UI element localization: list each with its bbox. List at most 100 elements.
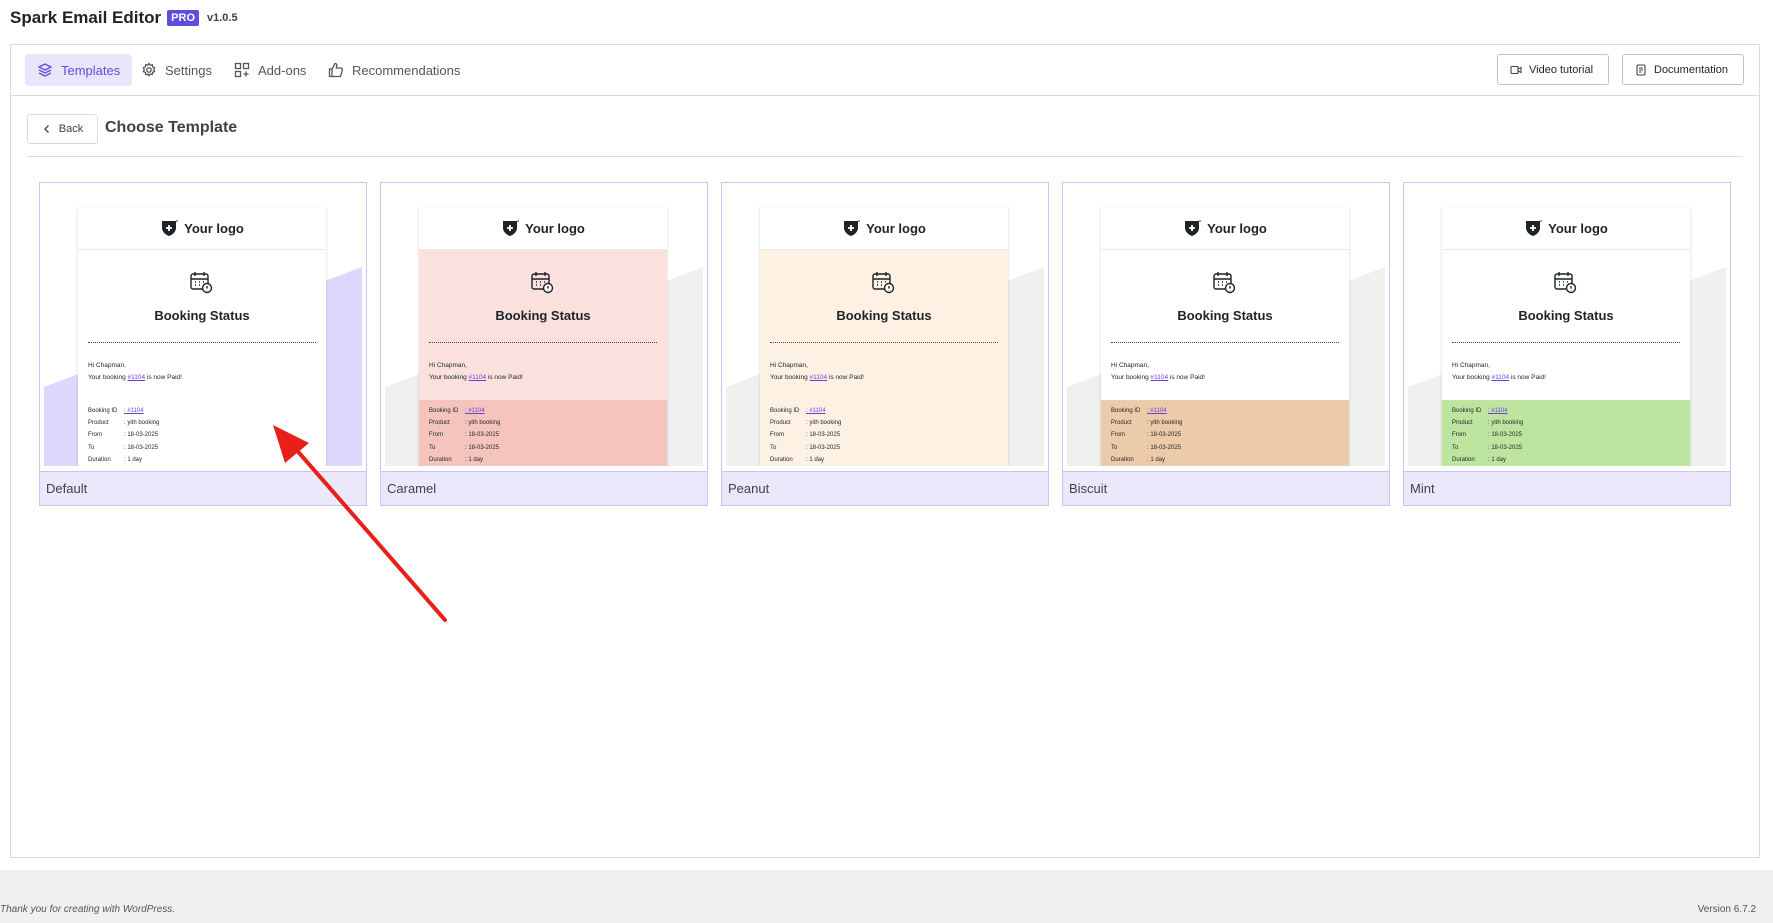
template-card-default[interactable]: Your logo Booking Status Hi Chapman, Your b… — [39, 182, 367, 506]
top-nav: Templates Settings Add-ons Recommendatio… — [11, 45, 1759, 96]
detail-value: : yith booking — [124, 420, 160, 427]
tab-add-ons[interactable]: Add-ons — [222, 54, 318, 86]
message-line: Your booking #1104 is now Paid! — [429, 372, 523, 384]
email-logo: Your logo — [78, 207, 326, 250]
template-card-biscuit[interactable]: Your logo Booking Status Hi Chapman, Your b… — [1062, 182, 1390, 506]
dotted-divider — [1452, 342, 1680, 343]
message-line: Your booking #1104 is now Paid! — [1452, 372, 1546, 384]
logo-text: Your logo — [866, 220, 926, 236]
greeting-line: Hi Chapman, — [1111, 362, 1149, 369]
detail-key: To — [770, 444, 777, 451]
message-post: is now Paid! — [145, 374, 182, 381]
message-post: is now Paid! — [1168, 374, 1205, 381]
detail-row: From: 18-03-2025 — [429, 432, 657, 444]
detail-value: : 1 day — [1147, 456, 1166, 463]
video-tutorial-button[interactable]: Video tutorial — [1497, 54, 1609, 85]
detail-value: : #1104 — [1488, 408, 1508, 414]
shield-logo-icon — [503, 220, 519, 236]
detail-row: From: 18-03-2025 — [770, 432, 998, 444]
greeting-line: Hi Chapman, — [770, 362, 808, 369]
tab-settings[interactable]: Settings — [129, 54, 224, 86]
detail-row: From : 18-03-2025 — [1452, 432, 1680, 444]
detail-row: To: 18-03-2025 — [770, 445, 998, 457]
template-card-caramel[interactable]: Your logo Booking Status Hi Chapman, Your b… — [380, 182, 708, 506]
template-card-mint[interactable]: Your logo Booking Status Hi Chapman, Your b… — [1403, 182, 1731, 506]
detail-key: From — [1452, 432, 1466, 439]
booking-details: Booking ID: #1104 Product: yith booking Fr… — [1442, 400, 1690, 466]
document-icon — [1636, 63, 1646, 76]
message-line: Your booking #1104 is now Paid! — [770, 372, 864, 384]
detail-key: To — [88, 444, 95, 451]
detail-value: : 18-03-2025 — [124, 432, 159, 439]
email-logo: Your logo — [760, 207, 1008, 250]
email-hero: Booking Status Hi Chapman, Your booking #1… — [1101, 250, 1349, 400]
detail-row: To: 18-03-2025 — [1111, 445, 1339, 457]
greeting-line: Hi Chapman, — [429, 362, 467, 369]
layers-icon — [37, 63, 53, 77]
email-hero: Booking Status Hi Chapman, Your booking #1… — [419, 250, 667, 400]
booking-link: #1104 — [1491, 374, 1510, 381]
template-name: Mint — [1404, 471, 1730, 505]
tab-label: Recommendations — [352, 62, 461, 78]
template-name: Biscuit — [1063, 471, 1389, 505]
calendar-icon — [190, 272, 213, 294]
admin-page: Spark Email Editor PRO v1.0.5 Templates … — [0, 0, 1773, 870]
detail-row: To: 18-03-2025 — [429, 445, 657, 457]
shield-logo-icon — [844, 220, 860, 236]
detail-value: : yith booking — [806, 420, 842, 427]
detail-key: Duration — [88, 456, 111, 463]
documentation-button[interactable]: Documentation — [1622, 54, 1744, 85]
message-pre: Your booking — [88, 374, 128, 381]
video-icon — [1510, 65, 1522, 74]
detail-value: : 1 day — [1488, 456, 1507, 463]
detail-value: : yith booking — [1147, 420, 1183, 427]
detail-row: Booking ID: #1104 — [429, 408, 657, 420]
detail-row: Product : yith booking — [1111, 420, 1339, 432]
email-greeting: Hi Chapman, Your booking #1104 is now Pai… — [88, 360, 182, 384]
calendar-icon — [1213, 272, 1236, 294]
detail-key: To — [1111, 444, 1118, 451]
detail-value: : yith booking — [1488, 420, 1524, 427]
detail-value: : 1 day — [124, 456, 143, 463]
app-title: Spark Email Editor PRO v1.0.5 — [10, 8, 238, 28]
template-thumbnail: Your logo Booking Status Hi Chapman, Your b… — [1067, 187, 1385, 466]
detail-value: : 18-03-2025 — [1488, 444, 1523, 451]
detail-key: Duration — [429, 456, 452, 463]
detail-key: From — [429, 432, 443, 439]
pro-badge: PRO — [167, 10, 200, 26]
booking-details: Booking ID: #1104 Product: yith booking Fr… — [419, 400, 667, 466]
app-version: v1.0.5 — [207, 12, 238, 24]
email-greeting: Hi Chapman, Your booking #1104 is now Pai… — [1111, 360, 1205, 384]
email-logo: Your logo — [1442, 207, 1690, 250]
shield-logo-icon — [1185, 220, 1201, 236]
template-card-peanut[interactable]: Your logo Booking Status Hi Chapman, Your b… — [721, 182, 1049, 506]
tab-recommendations[interactable]: Recommendations — [316, 54, 472, 86]
email-logo: Your logo — [419, 207, 667, 250]
booking-status-heading: Booking Status — [1518, 308, 1614, 323]
detail-value: : 18-03-2025 — [1488, 432, 1523, 439]
detail-key: Booking ID — [1452, 408, 1482, 414]
booking-link: #1104 — [1150, 374, 1169, 381]
email-greeting: Hi Chapman, Your booking #1104 is now Pai… — [1452, 360, 1546, 384]
message-line: Your booking #1104 is now Paid! — [1111, 372, 1205, 384]
detail-row: Duration : 1 day — [88, 457, 316, 466]
detail-row: Duration: 1 day — [1452, 457, 1680, 466]
detail-key: Product — [1111, 420, 1132, 427]
detail-row: Product: yith booking — [88, 420, 316, 432]
template-thumbnail: Your logo Booking Status Hi Chapman, Your b… — [385, 187, 703, 466]
detail-key: Product — [429, 420, 450, 427]
detail-row: Duration: 1 day — [1111, 457, 1339, 466]
email-preview: Your logo Booking Status Hi Chapman, Your b… — [1101, 207, 1349, 466]
template-thumbnail: Your logo Booking Status Hi Chapman, Your b… — [1408, 187, 1726, 466]
calendar-icon — [531, 272, 554, 294]
app-name: Spark Email Editor — [10, 8, 162, 27]
detail-row: From: 18-03-2025 — [88, 432, 316, 444]
back-button[interactable]: Back — [27, 114, 98, 144]
detail-value: : #1104 — [124, 408, 144, 414]
detail-row: Booking ID: #1104 — [88, 408, 316, 420]
gear-icon — [142, 62, 156, 77]
tab-templates[interactable]: Templates — [25, 54, 133, 86]
logo-text: Your logo — [525, 220, 585, 236]
back-label: Back — [58, 123, 84, 135]
greeting-line: Hi Chapman, — [1452, 362, 1490, 369]
